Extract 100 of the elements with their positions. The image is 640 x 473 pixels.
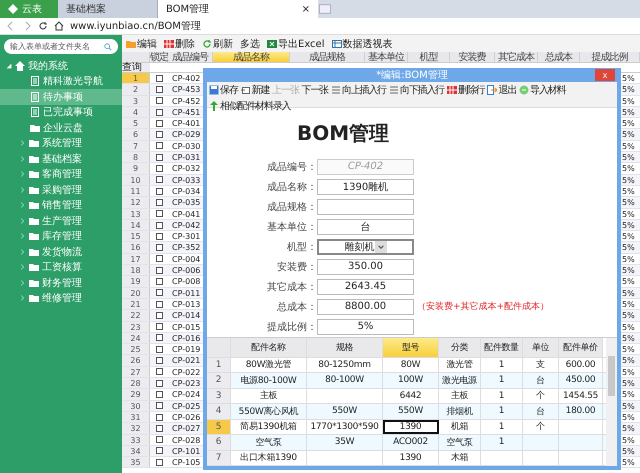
input-field[interactable]: 8800.00 <box>317 298 414 314</box>
dropdown[interactable]: 雕刻机 <box>317 238 414 254</box>
row-number[interactable]: 18 <box>122 265 150 276</box>
toolbar-button[interactable]: 向下插入行 <box>389 83 444 97</box>
checkbox[interactable] <box>156 447 162 454</box>
input-field[interactable]: 2643.45 <box>317 278 414 294</box>
toolbar-button[interactable]: 删除 <box>164 36 195 50</box>
checkbox[interactable] <box>156 357 162 364</box>
row-number[interactable]: 2 <box>207 373 231 388</box>
row-number[interactable]: 20 <box>122 288 150 298</box>
browser-tab[interactable]: BOM管理 × <box>158 0 318 18</box>
toolbar-button[interactable]: 刷新 <box>202 36 233 50</box>
row-number[interactable]: 8 <box>122 152 150 162</box>
app-menu-button[interactable]: 云表 <box>0 0 58 18</box>
row-number[interactable]: 5 <box>122 118 150 128</box>
close-button[interactable]: x <box>595 69 615 81</box>
column-header[interactable]: 锁定 <box>150 52 168 62</box>
checkbox[interactable] <box>156 334 162 342</box>
column-header[interactable]: 型号 <box>383 338 439 356</box>
column-header[interactable]: 配件单价 <box>559 338 603 356</box>
checkbox[interactable] <box>156 176 162 184</box>
column-header[interactable]: 配件数量 <box>481 338 523 356</box>
checkbox[interactable] <box>156 74 162 82</box>
checkbox[interactable] <box>156 380 162 387</box>
checkbox[interactable] <box>156 300 162 308</box>
scrollbar[interactable] <box>606 338 617 466</box>
row-number[interactable]: 22 <box>122 310 150 321</box>
row-number[interactable]: 35 <box>122 457 150 468</box>
tree-item[interactable]: 库存管理 <box>0 228 122 244</box>
input-field[interactable]: 350.00 <box>317 258 414 274</box>
checkbox[interactable] <box>156 436 162 444</box>
tree-node[interactable]: 我的系统 <box>0 58 122 74</box>
row-number[interactable]: 34 <box>122 446 150 456</box>
toolbar-button[interactable]: 退出 <box>487 83 516 97</box>
row-number[interactable]: 7 <box>122 140 150 152</box>
row-number[interactable]: 17 <box>122 254 150 264</box>
checkbox[interactable] <box>156 108 162 116</box>
column-header[interactable]: 总成本 <box>538 52 580 62</box>
tree-item[interactable]: 发货物流 <box>0 244 122 260</box>
tree-item[interactable]: 基础档案 <box>0 151 122 166</box>
row-number[interactable]: 12 <box>122 197 150 208</box>
checkbox[interactable] <box>156 458 162 466</box>
row-number[interactable]: 7 <box>207 450 231 465</box>
checkbox[interactable] <box>156 390 162 398</box>
column-header[interactable]: 成品名称 <box>213 52 290 62</box>
row-number[interactable]: 31 <box>122 412 150 422</box>
tree-item[interactable]: 财务管理 <box>0 275 122 290</box>
toolbar-button[interactable]: 数据透视表 <box>332 36 392 50</box>
checkbox[interactable] <box>156 424 162 432</box>
checkbox[interactable] <box>156 97 162 104</box>
row-number[interactable]: 32 <box>122 423 150 434</box>
toolbar-button[interactable]: 下一张 <box>302 83 328 97</box>
toolbar-button[interactable]: 向上插入行 <box>331 83 386 97</box>
checkbox[interactable] <box>156 222 162 228</box>
row-number[interactable]: 4 <box>122 106 150 118</box>
close-icon[interactable]: × <box>302 4 310 14</box>
column-header[interactable]: 规格 <box>307 338 383 356</box>
tree-item[interactable]: 企业云盘 <box>0 120 122 136</box>
row-number[interactable]: 23 <box>122 322 150 332</box>
checkbox[interactable] <box>156 312 162 319</box>
checkbox[interactable] <box>156 210 162 218</box>
column-header[interactable]: 其它成本 <box>495 52 538 62</box>
checkbox[interactable] <box>156 278 162 285</box>
input-field[interactable]: 1390雕机 <box>317 178 414 194</box>
row-number[interactable]: 25 <box>122 344 150 354</box>
tree-item[interactable]: 生产管理 <box>0 213 122 228</box>
row-number[interactable]: 10 <box>122 174 150 185</box>
toolbar-button[interactable]: 导入材料 <box>519 83 566 97</box>
tree-item[interactable]: 销售管理 <box>0 198 122 213</box>
checkbox[interactable] <box>156 165 162 172</box>
tree-item[interactable]: 客商管理 <box>0 166 122 182</box>
toolbar-button[interactable]: 相似配件材料录入 <box>209 99 290 113</box>
row-number[interactable]: 33 <box>122 434 150 445</box>
row-number[interactable]: 4 <box>207 404 231 418</box>
checkbox[interactable] <box>156 188 162 195</box>
row-number[interactable]: 11 <box>122 186 150 196</box>
row-number[interactable]: 26 <box>122 355 150 366</box>
checkbox[interactable] <box>156 289 162 296</box>
toolbar-button[interactable]: 多选 <box>240 36 260 50</box>
row-number[interactable]: 6 <box>207 435 231 450</box>
row-number[interactable]: 21 <box>122 298 150 310</box>
toolbar-button[interactable]: 删除行 <box>447 83 484 97</box>
checkbox[interactable] <box>156 323 162 330</box>
toolbar-button[interactable]: 保存 <box>209 83 238 97</box>
toolbar-button[interactable]: 导出Excel <box>267 36 324 50</box>
checkbox[interactable] <box>156 266 162 274</box>
checkbox[interactable] <box>156 244 162 252</box>
checkbox[interactable] <box>156 414 162 421</box>
row-number[interactable]: 13 <box>122 208 150 219</box>
input-field[interactable]: 台 <box>317 218 414 234</box>
column-header[interactable]: 基本单位 <box>365 52 408 62</box>
column-header[interactable]: 单位 <box>523 338 559 356</box>
column-header[interactable]: 配件名称 <box>231 338 307 356</box>
checkbox[interactable] <box>156 120 162 127</box>
checkbox[interactable] <box>156 198 162 206</box>
checkbox[interactable] <box>156 142 162 150</box>
row-number[interactable]: 2 <box>122 84 150 95</box>
row-number[interactable]: 14 <box>122 220 150 230</box>
tree-item[interactable]: 工资核算 <box>0 260 122 275</box>
checkbox[interactable] <box>156 154 162 161</box>
